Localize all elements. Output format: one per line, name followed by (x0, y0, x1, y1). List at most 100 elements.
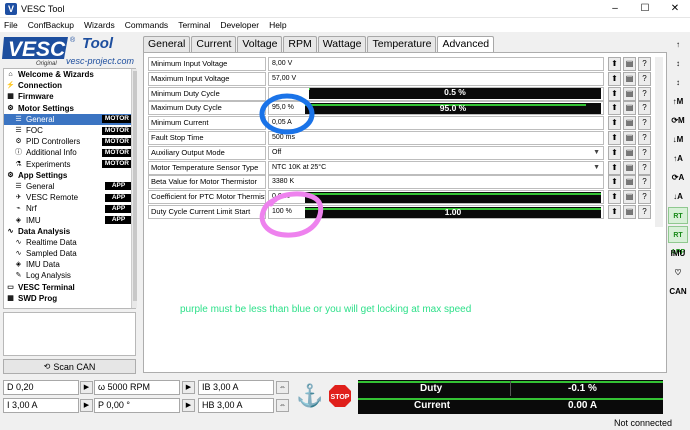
scan-can-button[interactable]: ⟲ Scan CAN (3, 359, 136, 374)
help-icon[interactable]: ? (638, 101, 651, 116)
upload-icon[interactable]: ⬆ (608, 101, 621, 116)
param-value-input[interactable]: 95,0 % 95.0 % (268, 101, 604, 116)
menu-wizards[interactable]: Wizards (84, 20, 115, 30)
write-motor-icon[interactable]: ↑M (668, 93, 688, 110)
sidebar-item-log-analysis[interactable]: ✎ Log Analysis (4, 270, 135, 281)
tab-rpm[interactable]: RPM (283, 36, 317, 52)
read-config-icon[interactable]: ↕ (668, 74, 688, 91)
param-combo[interactable]: NTC 10K at 25°C ▼ (268, 160, 604, 175)
sidebar-item-app-settings[interactable]: ⚙ App Settings (4, 170, 135, 181)
menu-commands[interactable]: Commands (125, 20, 168, 30)
parameter-scrollbar[interactable] (655, 57, 663, 227)
sidebar-item-swd-prog[interactable]: ▦ SWD Prog (4, 293, 135, 304)
tab-temperature[interactable]: Temperature (367, 36, 437, 52)
duty-input[interactable]: D 0,20 (3, 380, 79, 395)
current-play-button[interactable]: ▶ (80, 399, 93, 412)
menu-file[interactable]: File (4, 20, 18, 30)
tab-advanced[interactable]: Advanced (437, 36, 495, 53)
default-app-icon[interactable]: ↓A (668, 188, 688, 205)
sidebar-item-vesc-terminal[interactable]: ▭ VESC Terminal (4, 282, 135, 293)
maximize-button[interactable]: ☐ (630, 0, 660, 18)
read-motor-icon[interactable]: ⟳M (668, 112, 688, 129)
heart-icon[interactable]: ♡ (668, 264, 688, 281)
upload-icon[interactable]: ⬆ (608, 86, 621, 101)
tab-voltage[interactable]: Voltage (237, 36, 283, 52)
anchor-icon[interactable]: ⚓ (296, 382, 324, 410)
can-device-list[interactable] (3, 312, 136, 356)
minimize-button[interactable]: – (600, 0, 630, 18)
menu-confbackup[interactable]: ConfBackup (28, 20, 74, 30)
realtime-app-icon[interactable]: RT APP (668, 226, 688, 256)
help-icon[interactable]: ? (638, 160, 651, 175)
sidebar-item-nrf[interactable]: ⌁ Nrf APP (4, 203, 135, 214)
param-value-input[interactable]: 57,00 V (268, 71, 604, 86)
stop-button[interactable]: STOP (328, 384, 352, 408)
handbrake-current-button[interactable]: ⇔ (276, 399, 289, 412)
keyboard-icon[interactable]: ↕ (668, 55, 688, 72)
read-default-icon[interactable]: ▤ (623, 57, 636, 71)
tab-wattage[interactable]: Wattage (317, 36, 367, 52)
help-icon[interactable]: ? (638, 190, 651, 205)
help-icon[interactable]: ? (638, 205, 651, 219)
upload-icon[interactable]: ⬆ (608, 205, 621, 219)
help-icon[interactable]: ? (638, 71, 651, 86)
sidebar-item-vesc-remote[interactable]: ✈ VESC Remote APP (4, 192, 135, 203)
connect-icon[interactable]: ↑ (668, 36, 688, 53)
param-combo[interactable]: Off ▼ (268, 145, 604, 160)
read-default-icon[interactable]: ▤ (623, 190, 636, 205)
param-slider-bar[interactable]: 0.5 % (309, 87, 601, 99)
default-motor-icon[interactable]: ↓M (668, 131, 688, 148)
read-default-icon[interactable]: ▤ (623, 145, 636, 160)
upload-icon[interactable]: ⬆ (608, 145, 621, 160)
read-default-icon[interactable]: ▤ (623, 101, 636, 116)
sidebar-item-imu[interactable]: ◈ IMU APP (4, 214, 135, 225)
read-default-icon[interactable]: ▤ (623, 175, 636, 190)
help-icon[interactable]: ? (638, 145, 651, 160)
sidebar-item-general[interactable]: ☰ General APP (4, 181, 135, 192)
read-default-icon[interactable]: ▤ (623, 160, 636, 175)
sidebar-item-connection[interactable]: ⚡ Connection (4, 80, 135, 91)
sidebar-item-experiments[interactable]: ⚗ Experiments MOTOR (4, 159, 135, 170)
sidebar-item-data-analysis[interactable]: ∿ Data Analysis (4, 226, 135, 237)
rpm-play-button[interactable]: ▶ (182, 381, 195, 394)
help-icon[interactable]: ? (638, 116, 651, 131)
upload-icon[interactable]: ⬆ (608, 116, 621, 131)
brake-current-input[interactable]: IB 3,00 A (198, 380, 274, 395)
help-icon[interactable]: ? (638, 175, 651, 190)
help-icon[interactable]: ? (638, 86, 651, 101)
sidebar-item-welcome-wizards[interactable]: ⌂ Welcome & Wizards (4, 69, 135, 80)
sidebar-item-firmware[interactable]: ▦ Firmware (4, 91, 135, 102)
close-button[interactable]: ✕ (660, 0, 690, 18)
handbrake-current-input[interactable]: HB 3,00 A (198, 398, 274, 413)
sidebar-item-imu-data[interactable]: ◈ IMU Data (4, 259, 135, 270)
sidebar-item-additional-info[interactable]: ⓘ Additional Info MOTOR (4, 147, 135, 158)
duty-play-button[interactable]: ▶ (80, 381, 93, 394)
menu-developer[interactable]: Developer (220, 20, 259, 30)
sidebar-item-sampled-data[interactable]: ∿ Sampled Data (4, 248, 135, 259)
can-icon[interactable]: CAN (668, 283, 688, 300)
realtime-data-icon[interactable]: RT (668, 207, 688, 224)
position-play-button[interactable]: ▶ (182, 399, 195, 412)
param-value-input[interactable]: 8,00 V (268, 57, 604, 71)
read-default-icon[interactable]: ▤ (623, 116, 636, 131)
sidebar-scrollbar[interactable] (131, 69, 137, 308)
upload-icon[interactable]: ⬆ (608, 71, 621, 86)
menu-help[interactable]: Help (269, 20, 286, 30)
upload-icon[interactable]: ⬆ (608, 57, 621, 71)
rpm-input[interactable]: ω 5000 RPM (94, 380, 180, 395)
sidebar-item-general[interactable]: ☰ General MOTOR (4, 113, 135, 125)
read-default-icon[interactable]: ▤ (623, 86, 636, 101)
imu-icon[interactable]: IMU (668, 245, 688, 262)
position-input[interactable]: P 0,00 ° (94, 398, 180, 413)
sidebar-item-foc[interactable]: ☰ FOC MOTOR (4, 125, 135, 136)
param-value-input[interactable]: 0.5 % (268, 86, 604, 101)
current-input[interactable]: I 3,00 A (3, 398, 79, 413)
write-app-icon[interactable]: ↑A (668, 150, 688, 167)
read-default-icon[interactable]: ▤ (623, 205, 636, 219)
param-slider-bar[interactable]: 95.0 % (305, 103, 601, 115)
tab-current[interactable]: Current (191, 36, 237, 52)
read-app-icon[interactable]: ⟳A (668, 169, 688, 186)
upload-icon[interactable]: ⬆ (608, 131, 621, 145)
read-default-icon[interactable]: ▤ (623, 71, 636, 86)
sidebar-item-pid-controllers[interactable]: ⚙ PID Controllers MOTOR (4, 136, 135, 147)
